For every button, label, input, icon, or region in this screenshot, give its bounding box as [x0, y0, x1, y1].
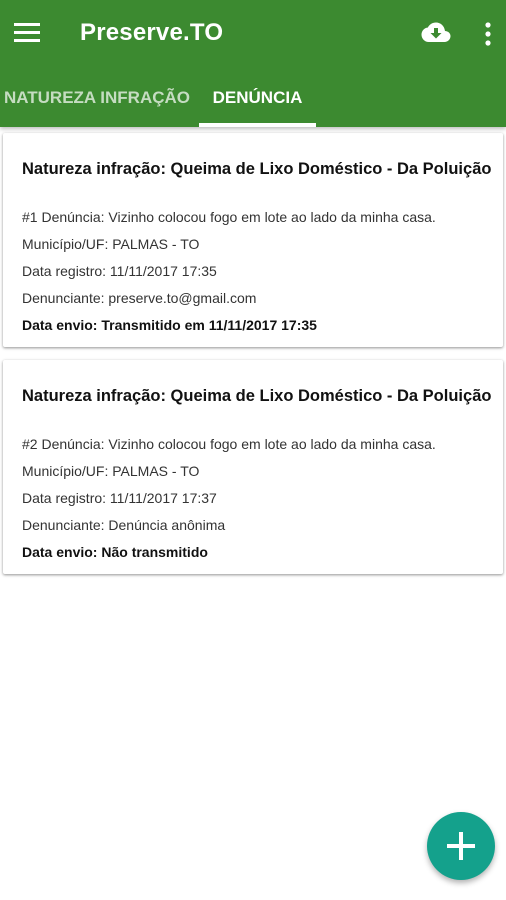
active-tab-indicator: [199, 123, 316, 127]
more-vert-icon[interactable]: [478, 22, 498, 46]
card-denuncia-text: #1 Denúncia: Vizinho colocou fogo em lot…: [22, 209, 436, 225]
add-denuncia-button[interactable]: [427, 812, 495, 880]
denuncia-card[interactable]: Natureza infração: Queima de Lixo Domést…: [3, 133, 503, 347]
card-denunciante: Denunciante: preserve.to@gmail.com: [22, 290, 257, 306]
plus-icon: [447, 832, 475, 860]
card-data-registro: Data registro: 11/11/2017 17:35: [22, 263, 217, 279]
card-data-envio: Data envio: Transmitido em 11/11/2017 17…: [22, 317, 317, 333]
cloud-download-icon[interactable]: [421, 21, 451, 45]
denuncia-card[interactable]: Natureza infração: Queima de Lixo Domést…: [3, 360, 503, 574]
card-denuncia-text: #2 Denúncia: Vizinho colocou fogo em lot…: [22, 436, 436, 452]
card-data-envio: Data envio: Não transmitido: [22, 544, 208, 560]
tab-natureza-infracao[interactable]: NATUREZA INFRAÇÃO: [0, 68, 192, 127]
menu-icon[interactable]: [14, 23, 40, 43]
app-title: Preserve.TO: [80, 19, 224, 46]
toolbar: Preserve.TO: [0, 0, 506, 68]
card-data-registro: Data registro: 11/11/2017 17:37: [22, 490, 217, 506]
card-title: Natureza infração: Queima de Lixo Domést…: [22, 160, 492, 178]
card-municipio: Município/UF: PALMAS - TO: [22, 236, 200, 252]
card-title: Natureza infração: Queima de Lixo Domést…: [22, 387, 492, 405]
tab-denuncia[interactable]: DENÚNCIA: [199, 68, 316, 127]
tab-bar: NATUREZA INFRAÇÃO DENÚNCIA: [0, 68, 506, 127]
card-denunciante: Denunciante: Denúncia anônima: [22, 517, 226, 533]
app-bar: Preserve.TO NATUREZA INFRAÇÃO DENÚNCIA: [0, 0, 506, 127]
card-municipio: Município/UF: PALMAS - TO: [22, 463, 200, 479]
